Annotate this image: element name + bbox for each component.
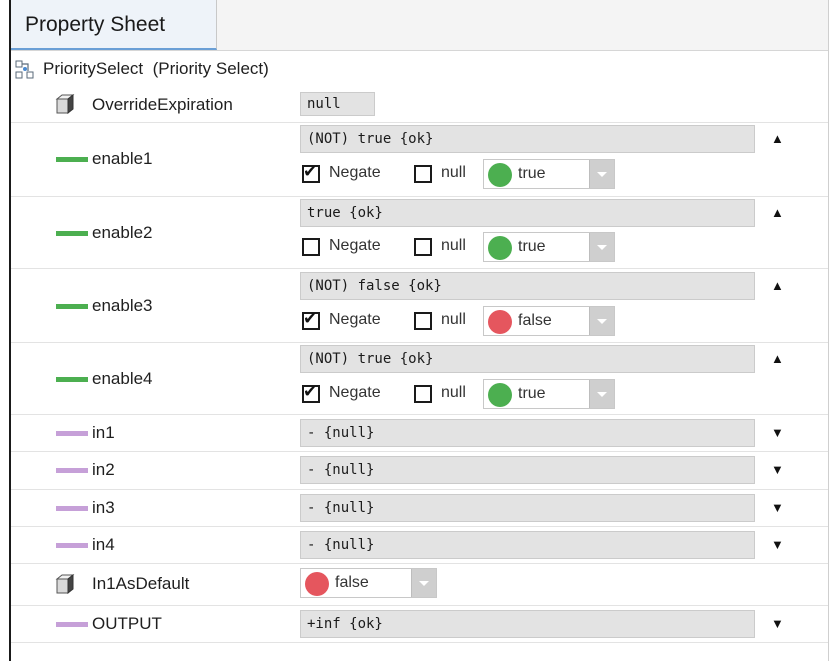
expand-down-icon[interactable]: ▼ [771,501,784,515]
negate-checkbox[interactable] [302,309,320,330]
state-label: true [518,385,546,402]
negate-label: Negate [329,237,381,254]
boolean-slot-icon [56,231,88,236]
property-row-output: OUTPUT +inf {ok} ▼ [11,605,828,643]
property-row-in2: in2 - {null} ▼ [11,451,828,490]
priority-select-icon [15,60,34,79]
property-name: In1AsDefault [92,574,190,593]
null-checkbox[interactable] [414,312,432,330]
negate-label: Negate [329,164,381,181]
property-name: enable3 [92,296,153,315]
property-name: in2 [92,460,115,479]
numeric-slot-icon [56,622,88,627]
status-dot [488,236,512,260]
property-cube-icon [55,573,75,595]
numeric-slot-icon [56,543,88,548]
numeric-slot-icon [56,431,88,436]
null-label: null [441,384,466,401]
property-name: in3 [92,498,115,517]
property-row-enable1: enable1 (NOT) true {ok} ▲ Negate null tr… [11,122,828,197]
property-name: enable2 [92,223,153,242]
null-checkbox[interactable] [414,385,432,403]
in4-value[interactable]: - {null} [300,531,755,559]
state-dropdown[interactable]: true [483,159,615,189]
chevron-down-icon[interactable] [589,307,614,335]
state-label: true [518,165,546,182]
property-row-in3: in3 - {null} ▼ [11,489,828,527]
negate-checkbox[interactable] [302,162,320,183]
boolean-slot-icon [56,377,88,382]
in3-value[interactable]: - {null} [300,494,755,522]
state-label: false [335,574,369,591]
null-checkbox[interactable] [414,238,432,256]
expand-down-icon[interactable]: ▼ [771,617,784,631]
property-name: in1 [92,423,115,442]
enable2-value[interactable]: true {ok} [300,199,755,227]
property-name: OUTPUT [92,614,162,633]
negate-label: Negate [329,311,381,328]
property-name: enable1 [92,149,153,168]
in1-value[interactable]: - {null} [300,419,755,447]
status-dot [488,310,512,334]
state-dropdown[interactable]: false [483,306,615,336]
property-row-enable2: enable2 true {ok} ▲ Negate null true [11,196,828,269]
boolean-slot-icon [56,157,88,162]
state-label: true [518,238,546,255]
chevron-down-icon[interactable] [411,569,436,597]
property-row-override-expiration: OverrideExpiration null [11,86,828,123]
status-dot [488,383,512,407]
expand-down-icon[interactable]: ▼ [771,538,784,552]
collapse-up-icon[interactable]: ▲ [771,352,784,366]
property-row-in4: in4 - {null} ▼ [11,526,828,564]
enable1-value[interactable]: (NOT) true {ok} [300,125,755,153]
enable3-value[interactable]: (NOT) false {ok} [300,272,755,300]
component-header[interactable]: PrioritySelect (Priority Select) [11,58,828,86]
property-row-enable4: enable4 (NOT) true {ok} ▲ Negate null tr… [11,342,828,415]
status-dot [488,163,512,187]
property-name: in4 [92,535,115,554]
in2-value[interactable]: - {null} [300,456,755,484]
numeric-slot-icon [56,468,88,473]
state-dropdown[interactable]: true [483,232,615,262]
null-label: null [441,164,466,181]
collapse-up-icon[interactable]: ▲ [771,279,784,293]
property-row-enable3: enable3 (NOT) false {ok} ▲ Negate null f… [11,268,828,343]
expand-down-icon[interactable]: ▼ [771,426,784,440]
property-name: OverrideExpiration [92,95,233,114]
override-expiration-value[interactable]: null [300,92,375,116]
in1-as-default-dropdown[interactable]: false [300,568,437,598]
null-label: null [441,311,466,328]
component-name: PrioritySelect [43,59,144,78]
negate-label: Negate [329,384,381,401]
chevron-down-icon[interactable] [589,380,614,408]
state-dropdown[interactable]: true [483,379,615,409]
status-dot [305,572,329,596]
chevron-down-icon[interactable] [589,233,614,261]
chevron-down-icon[interactable] [589,160,614,188]
negate-checkbox[interactable] [302,382,320,403]
tab-property-sheet[interactable]: Property Sheet [11,0,217,50]
output-value[interactable]: +inf {ok} [300,610,755,638]
collapse-up-icon[interactable]: ▲ [771,132,784,146]
property-cube-icon [55,93,75,115]
property-name: enable4 [92,369,153,388]
boolean-slot-icon [56,304,88,309]
property-row-in1: in1 - {null} ▼ [11,414,828,452]
null-label: null [441,237,466,254]
component-title: PrioritySelect (Priority Select) [43,59,269,79]
numeric-slot-icon [56,506,88,511]
tab-bar: Property Sheet [11,0,828,51]
property-row-in1-as-default: In1AsDefault false [11,563,828,606]
expand-down-icon[interactable]: ▼ [771,463,784,477]
collapse-up-icon[interactable]: ▲ [771,206,784,220]
null-checkbox[interactable] [414,165,432,183]
enable4-value[interactable]: (NOT) true {ok} [300,345,755,373]
state-label: false [518,312,552,329]
component-type: (Priority Select) [152,59,269,78]
negate-checkbox[interactable] [302,238,320,256]
